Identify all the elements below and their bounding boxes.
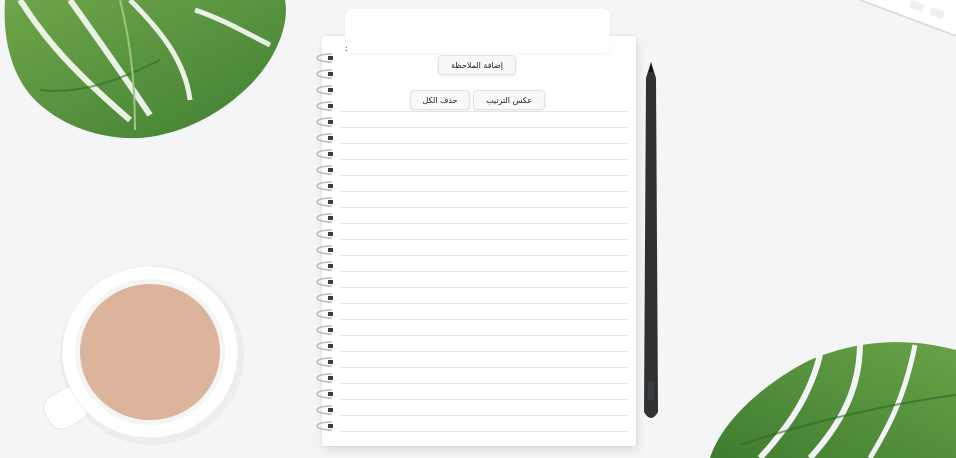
monstera-leaf-icon — [4, 0, 286, 139]
delete-all-button[interactable]: حذف الكل — [410, 90, 470, 110]
spiral-binding — [316, 53, 333, 431]
add-note-button[interactable]: إضافة الملاحظة — [438, 55, 516, 75]
ruled-lines — [340, 96, 628, 438]
desk-background: : إضافة الملاحظة حذف الكل عكس الترتيب — [0, 0, 956, 458]
input-marker: : — [345, 44, 348, 53]
reverse-order-button[interactable]: عكس الترتيب — [473, 90, 545, 110]
note-input[interactable] — [345, 9, 610, 53]
monstera-leaf-icon — [710, 342, 956, 458]
coffee-cup-icon — [43, 265, 244, 445]
pencil-icon — [644, 62, 658, 418]
keyboard-icon — [860, 0, 956, 37]
